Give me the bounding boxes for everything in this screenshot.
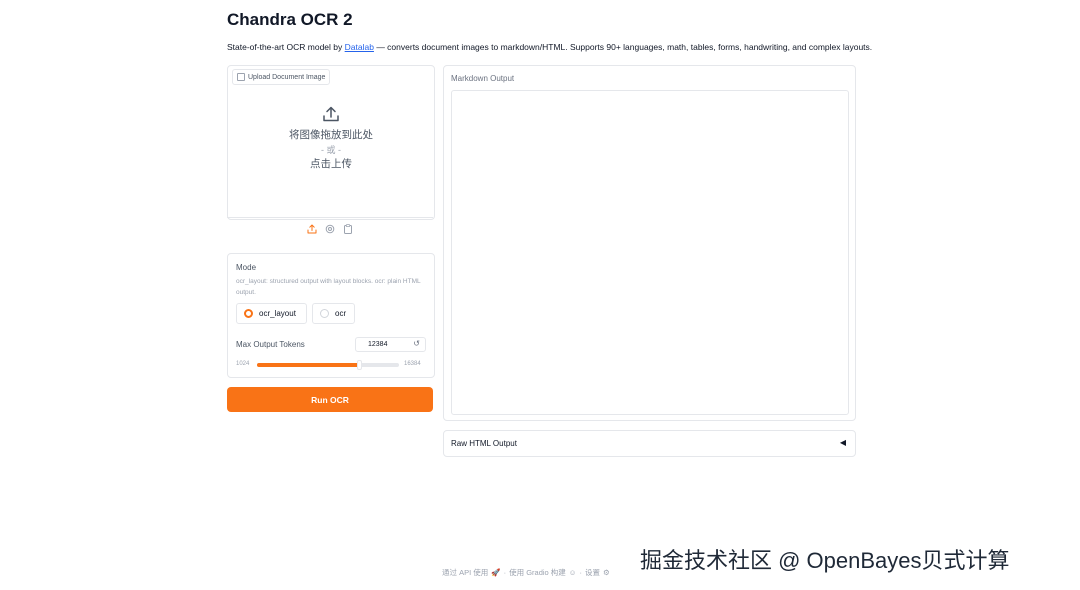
gear-icon[interactable]: ⚙ [603,568,610,577]
subtitle-text-post: — converts document images to markdown/H… [373,42,873,52]
mode-info: ocr_layout: structured output with layou… [236,278,421,296]
max-tokens-slider[interactable] [257,360,399,370]
drop-or-text: - 或 - [321,145,341,155]
gradio-logo-icon: ☺ [568,568,577,577]
radio-ocr-label: ocr [335,309,347,318]
settings-panel: Mode ocr_layout: structured output with … [227,253,435,378]
radio-selected-icon [244,309,253,318]
slider-max-label: 16384 [404,361,421,367]
markdown-output-area[interactable] [451,90,849,415]
run-ocr-button[interactable]: Run OCR [227,387,433,412]
slider-fill [257,363,360,367]
radio-unselected-icon [320,309,329,318]
markdown-output-panel: Markdown Output [443,65,856,421]
max-tokens-label: Max Output Tokens [236,340,305,349]
subtitle-text-pre: State-of-the-art OCR model by [227,42,345,52]
mode-label: Mode [236,263,257,272]
click-upload-text: 点击上传 [310,158,352,170]
raw-html-label: Raw HTML Output [451,439,517,448]
upload-tab-text: Upload Document Image [248,73,326,81]
upload-source-icon[interactable] [307,224,317,234]
reset-icon[interactable]: ↺ [413,339,420,348]
watermark: 掘金技术社区 @ OpenBayes贝式计算 [640,548,1010,573]
datalab-link[interactable]: Datalab [345,42,374,52]
markdown-output-label: Markdown Output [451,74,515,83]
upload-divider [227,217,433,218]
upload-source-selector [307,224,353,234]
page-title: Chandra OCR 2 [227,10,353,29]
drop-text: 将图像拖放到此处 [289,129,373,141]
footer-separator: · [503,568,507,577]
clipboard-icon[interactable] [343,224,353,234]
image-upload-panel[interactable]: Upload Document Image 将图像拖放到此处 - 或 - 点击上… [227,65,435,220]
footer: 通过 API 使用 🚀 · 使用 Gradio 构建 ☺ · 设置 ⚙ [442,567,610,578]
webcam-icon[interactable] [325,224,335,234]
max-tokens-value: 12384 [368,341,388,348]
raw-html-accordion[interactable]: Raw HTML Output ◀ [443,430,856,457]
slider-thumb[interactable] [357,360,363,370]
upload-icon [323,106,339,122]
page-subtitle: State-of-the-art OCR model by Datalab — … [227,42,872,52]
radio-ocr[interactable]: ocr [312,303,355,324]
radio-ocr-layout[interactable]: ocr_layout [236,303,307,324]
upload-tab-label: Upload Document Image [232,69,331,85]
slider-min-label: 1024 [236,361,250,367]
footer-separator: · [579,568,582,577]
drop-zone[interactable]: 将图像拖放到此处 - 或 - 点击上传 [228,106,434,172]
accordion-toggle-icon[interactable]: ◀ [840,438,846,447]
footer-settings-link[interactable]: 设置 [585,567,600,578]
image-icon [237,73,245,81]
rocket-icon: 🚀 [491,568,501,577]
radio-ocr-layout-label: ocr_layout [259,309,296,318]
max-tokens-input[interactable]: 12384 ↺ [355,337,426,352]
footer-api-link[interactable]: 通过 API 使用 [442,567,488,578]
footer-gradio-link[interactable]: 使用 Gradio 构建 [509,567,566,578]
